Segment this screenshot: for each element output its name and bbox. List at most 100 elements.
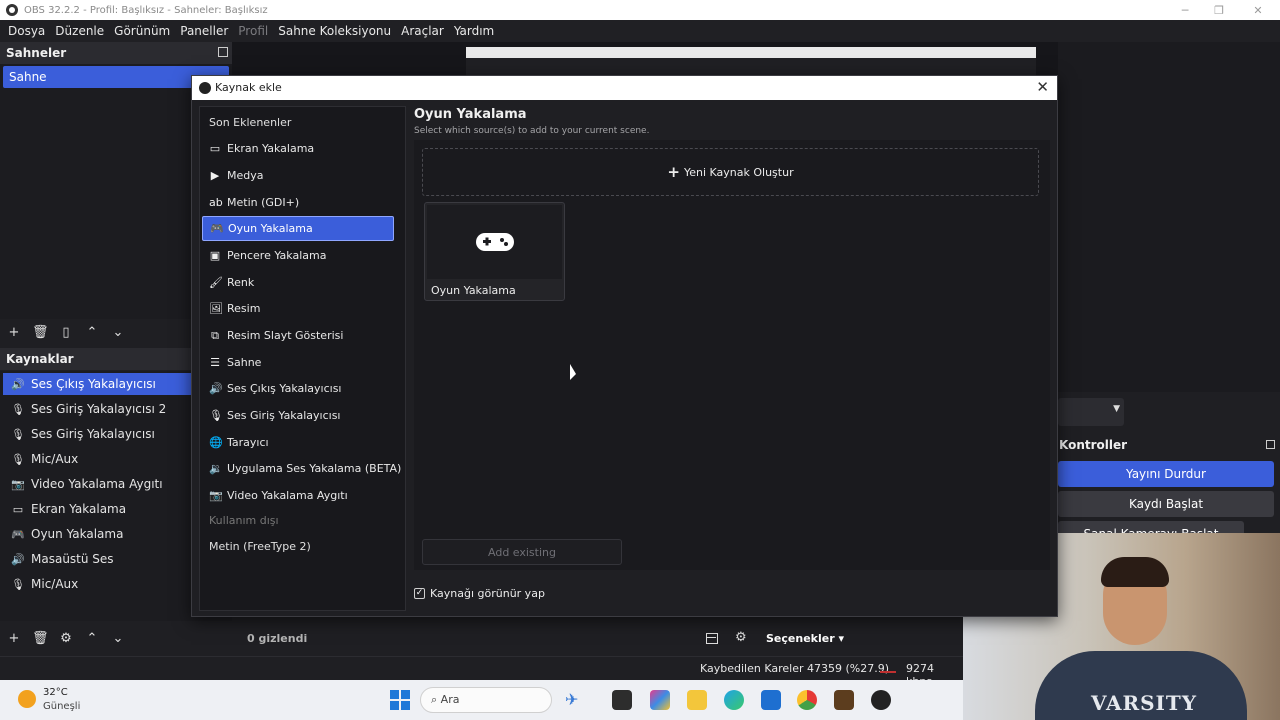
type-item[interactable]: ⧉ Resim Slayt Gösterisi bbox=[202, 323, 394, 348]
menu-scene-collection[interactable]: Sahne Koleksiyonu bbox=[273, 24, 396, 38]
microphone-icon: 🎙 bbox=[11, 452, 25, 466]
monitor-icon: ▭ bbox=[209, 142, 221, 155]
microphone-icon: 🎙 bbox=[11, 402, 25, 416]
undock-icon[interactable] bbox=[218, 47, 228, 57]
slideshow-icon: ⧉ bbox=[211, 328, 219, 342]
source-type-heading: Oyun Yakalama bbox=[414, 107, 527, 122]
create-new-source-button[interactable]: + Yeni Kaynak Oluştur bbox=[422, 148, 1039, 196]
type-item[interactable]: 🎙 Ses Giriş Yakalayıcısı bbox=[202, 403, 394, 428]
menu-help[interactable]: Yardım bbox=[449, 24, 499, 38]
menu-tools[interactable]: Araçlar bbox=[396, 24, 449, 38]
add-icon[interactable]: + bbox=[6, 325, 22, 340]
source-item[interactable]: 🎙 Ses Giriş Yakalayıcısı bbox=[3, 423, 191, 445]
sun-icon[interactable] bbox=[18, 690, 36, 708]
microphone-icon: 🎙 bbox=[209, 409, 223, 422]
airplane-icon[interactable]: ✈ bbox=[565, 690, 585, 710]
play-icon: ▶ bbox=[210, 169, 220, 182]
source-item[interactable]: 🔊 Ses Çıkış Yakalayıcısı bbox=[3, 373, 191, 395]
store-icon[interactable] bbox=[761, 690, 781, 710]
type-item[interactable]: 🔊 Ses Çıkış Yakalayıcısı bbox=[202, 376, 394, 401]
add-icon[interactable]: + bbox=[6, 631, 22, 646]
microphone-icon: 🎙 bbox=[11, 427, 25, 441]
obs-taskbar-icon[interactable] bbox=[871, 690, 891, 710]
weather-temperature: 32°C bbox=[43, 687, 68, 698]
move-up-icon[interactable]: ⌃ bbox=[84, 631, 100, 646]
source-item[interactable]: 🎙 Ses Giriş Yakalayıcısı 2 bbox=[3, 398, 191, 420]
source-item[interactable]: 🔊 Masaüstü Ses bbox=[3, 548, 191, 570]
options-button[interactable]: Seçenekler ▾ bbox=[766, 632, 844, 645]
window-title-bar: OBS 32.2.2 - Profil: Başlıksız - Sahnele… bbox=[0, 0, 1280, 20]
type-item[interactable]: 🌐 Tarayıcı bbox=[202, 430, 394, 455]
trash-icon[interactable]: 🗑 bbox=[32, 631, 49, 646]
type-item-selected[interactable]: 🎮 Oyun Yakalama bbox=[202, 216, 394, 241]
chrome-icon[interactable] bbox=[797, 690, 817, 710]
add-source-dialog: Kaynak ekle ✕ Son Eklenenler ▭ Ekran Yaka… bbox=[191, 75, 1058, 617]
mixer-bar: 0 gizlendi ⚙ Seçenekler ▾ bbox=[238, 625, 858, 653]
source-item[interactable]: 🎮 Oyun Yakalama bbox=[3, 523, 191, 545]
gamepad-icon: 🎮 bbox=[11, 527, 25, 541]
start-recording-button[interactable]: Kaydı Başlat bbox=[1058, 491, 1274, 517]
card-label: Oyun Yakalama bbox=[431, 284, 516, 297]
speaker-icon: 🔊 bbox=[209, 382, 223, 395]
type-item[interactable]: 🖌 Renk bbox=[202, 270, 394, 295]
close-icon[interactable]: ✕ bbox=[1036, 78, 1049, 96]
type-item[interactable]: 🖼 Resim bbox=[202, 296, 394, 321]
edge-icon[interactable] bbox=[724, 690, 744, 710]
gear-icon[interactable]: ⚙ bbox=[735, 630, 747, 645]
list-icon: ☰ bbox=[210, 356, 220, 369]
source-item[interactable]: 📷 Video Yakalama Aygıtı bbox=[3, 473, 191, 495]
menu-profile[interactable]: Profil bbox=[233, 24, 273, 38]
chevron-down-icon: ▼ bbox=[1113, 404, 1120, 414]
taskbar-search[interactable]: ⌕ Ara bbox=[420, 687, 552, 713]
plus-icon: + bbox=[667, 163, 680, 181]
maximize-icon[interactable]: ❐ bbox=[1199, 0, 1239, 20]
menu-docks[interactable]: Paneller bbox=[175, 24, 233, 38]
type-item[interactable]: ☰ Sahne bbox=[202, 350, 394, 375]
stop-stream-button[interactable]: Yayını Durdur bbox=[1058, 461, 1274, 487]
filter-icon[interactable]: ▯ bbox=[58, 325, 74, 340]
game-icon[interactable] bbox=[834, 690, 854, 710]
type-item[interactable]: ▶ Medya bbox=[202, 163, 394, 188]
menu-file[interactable]: Dosya bbox=[3, 24, 50, 38]
windows-start-icon[interactable] bbox=[390, 690, 410, 710]
source-item[interactable]: 🎙 Mic/Aux bbox=[3, 448, 191, 470]
existing-source-card[interactable]: Oyun Yakalama bbox=[424, 202, 565, 301]
checkbox-checked-icon[interactable]: ✓ bbox=[414, 588, 425, 599]
layout-icon[interactable] bbox=[706, 633, 718, 644]
move-up-icon[interactable]: ⌃ bbox=[84, 325, 100, 340]
move-down-icon[interactable]: ⌄ bbox=[110, 325, 126, 340]
transition-dropdown[interactable]: ▼ bbox=[1058, 398, 1124, 426]
microphone-icon: 🎙 bbox=[11, 577, 25, 591]
weather-condition: Güneşli bbox=[43, 701, 81, 712]
move-down-icon[interactable]: ⌄ bbox=[110, 631, 126, 646]
scenes-dock-title: Sahneler bbox=[0, 42, 232, 64]
gear-icon[interactable]: ⚙ bbox=[58, 631, 74, 646]
type-item[interactable]: Metin (FreeType 2) bbox=[202, 534, 394, 559]
folder-icon[interactable] bbox=[687, 690, 707, 710]
close-window-icon[interactable]: ✕ bbox=[1238, 0, 1278, 20]
type-item[interactable]: ▣ Pencere Yakalama bbox=[202, 243, 394, 268]
add-existing-button[interactable]: Add existing bbox=[422, 539, 622, 565]
make-visible-checkbox[interactable]: ✓ Kaynağı görünür yap bbox=[414, 587, 545, 600]
menu-bar: Dosya Düzenle Görünüm Paneller Profil Sa… bbox=[0, 20, 1280, 42]
text-icon: ab bbox=[209, 196, 223, 209]
copilot-icon[interactable] bbox=[650, 690, 670, 710]
dropped-frames: Kaybedilen Kareler 47359 (%27.9) bbox=[700, 662, 890, 675]
obs-logo-icon bbox=[199, 82, 211, 94]
dialog-title-bar: Kaynak ekle ✕ bbox=[192, 76, 1057, 100]
brush-icon: 🖌 bbox=[209, 276, 223, 289]
type-item[interactable]: ab Metin (GDI+) bbox=[202, 190, 394, 215]
camera-icon: 📷 bbox=[209, 489, 223, 502]
type-item[interactable]: ▭ Ekran Yakalama bbox=[202, 136, 394, 161]
menu-edit[interactable]: Düzenle bbox=[50, 24, 109, 38]
type-item[interactable]: 📷 Video Yakalama Aygıtı bbox=[202, 483, 394, 508]
menu-view[interactable]: Görünüm bbox=[109, 24, 175, 38]
signal-bars-icon bbox=[880, 663, 896, 673]
source-item[interactable]: ▭ Ekran Yakalama bbox=[3, 498, 191, 520]
trash-icon[interactable]: 🗑 bbox=[32, 325, 49, 340]
undock-icon[interactable] bbox=[1266, 440, 1275, 449]
sources-toolbar: + 🗑 ⚙ ⌃ ⌄ bbox=[0, 626, 232, 650]
terminal-icon[interactable] bbox=[612, 690, 632, 710]
type-item[interactable]: 🔉 Uygulama Ses Yakalama (BETA) bbox=[202, 456, 401, 481]
source-item[interactable]: 🎙 Mic/Aux bbox=[3, 573, 191, 595]
